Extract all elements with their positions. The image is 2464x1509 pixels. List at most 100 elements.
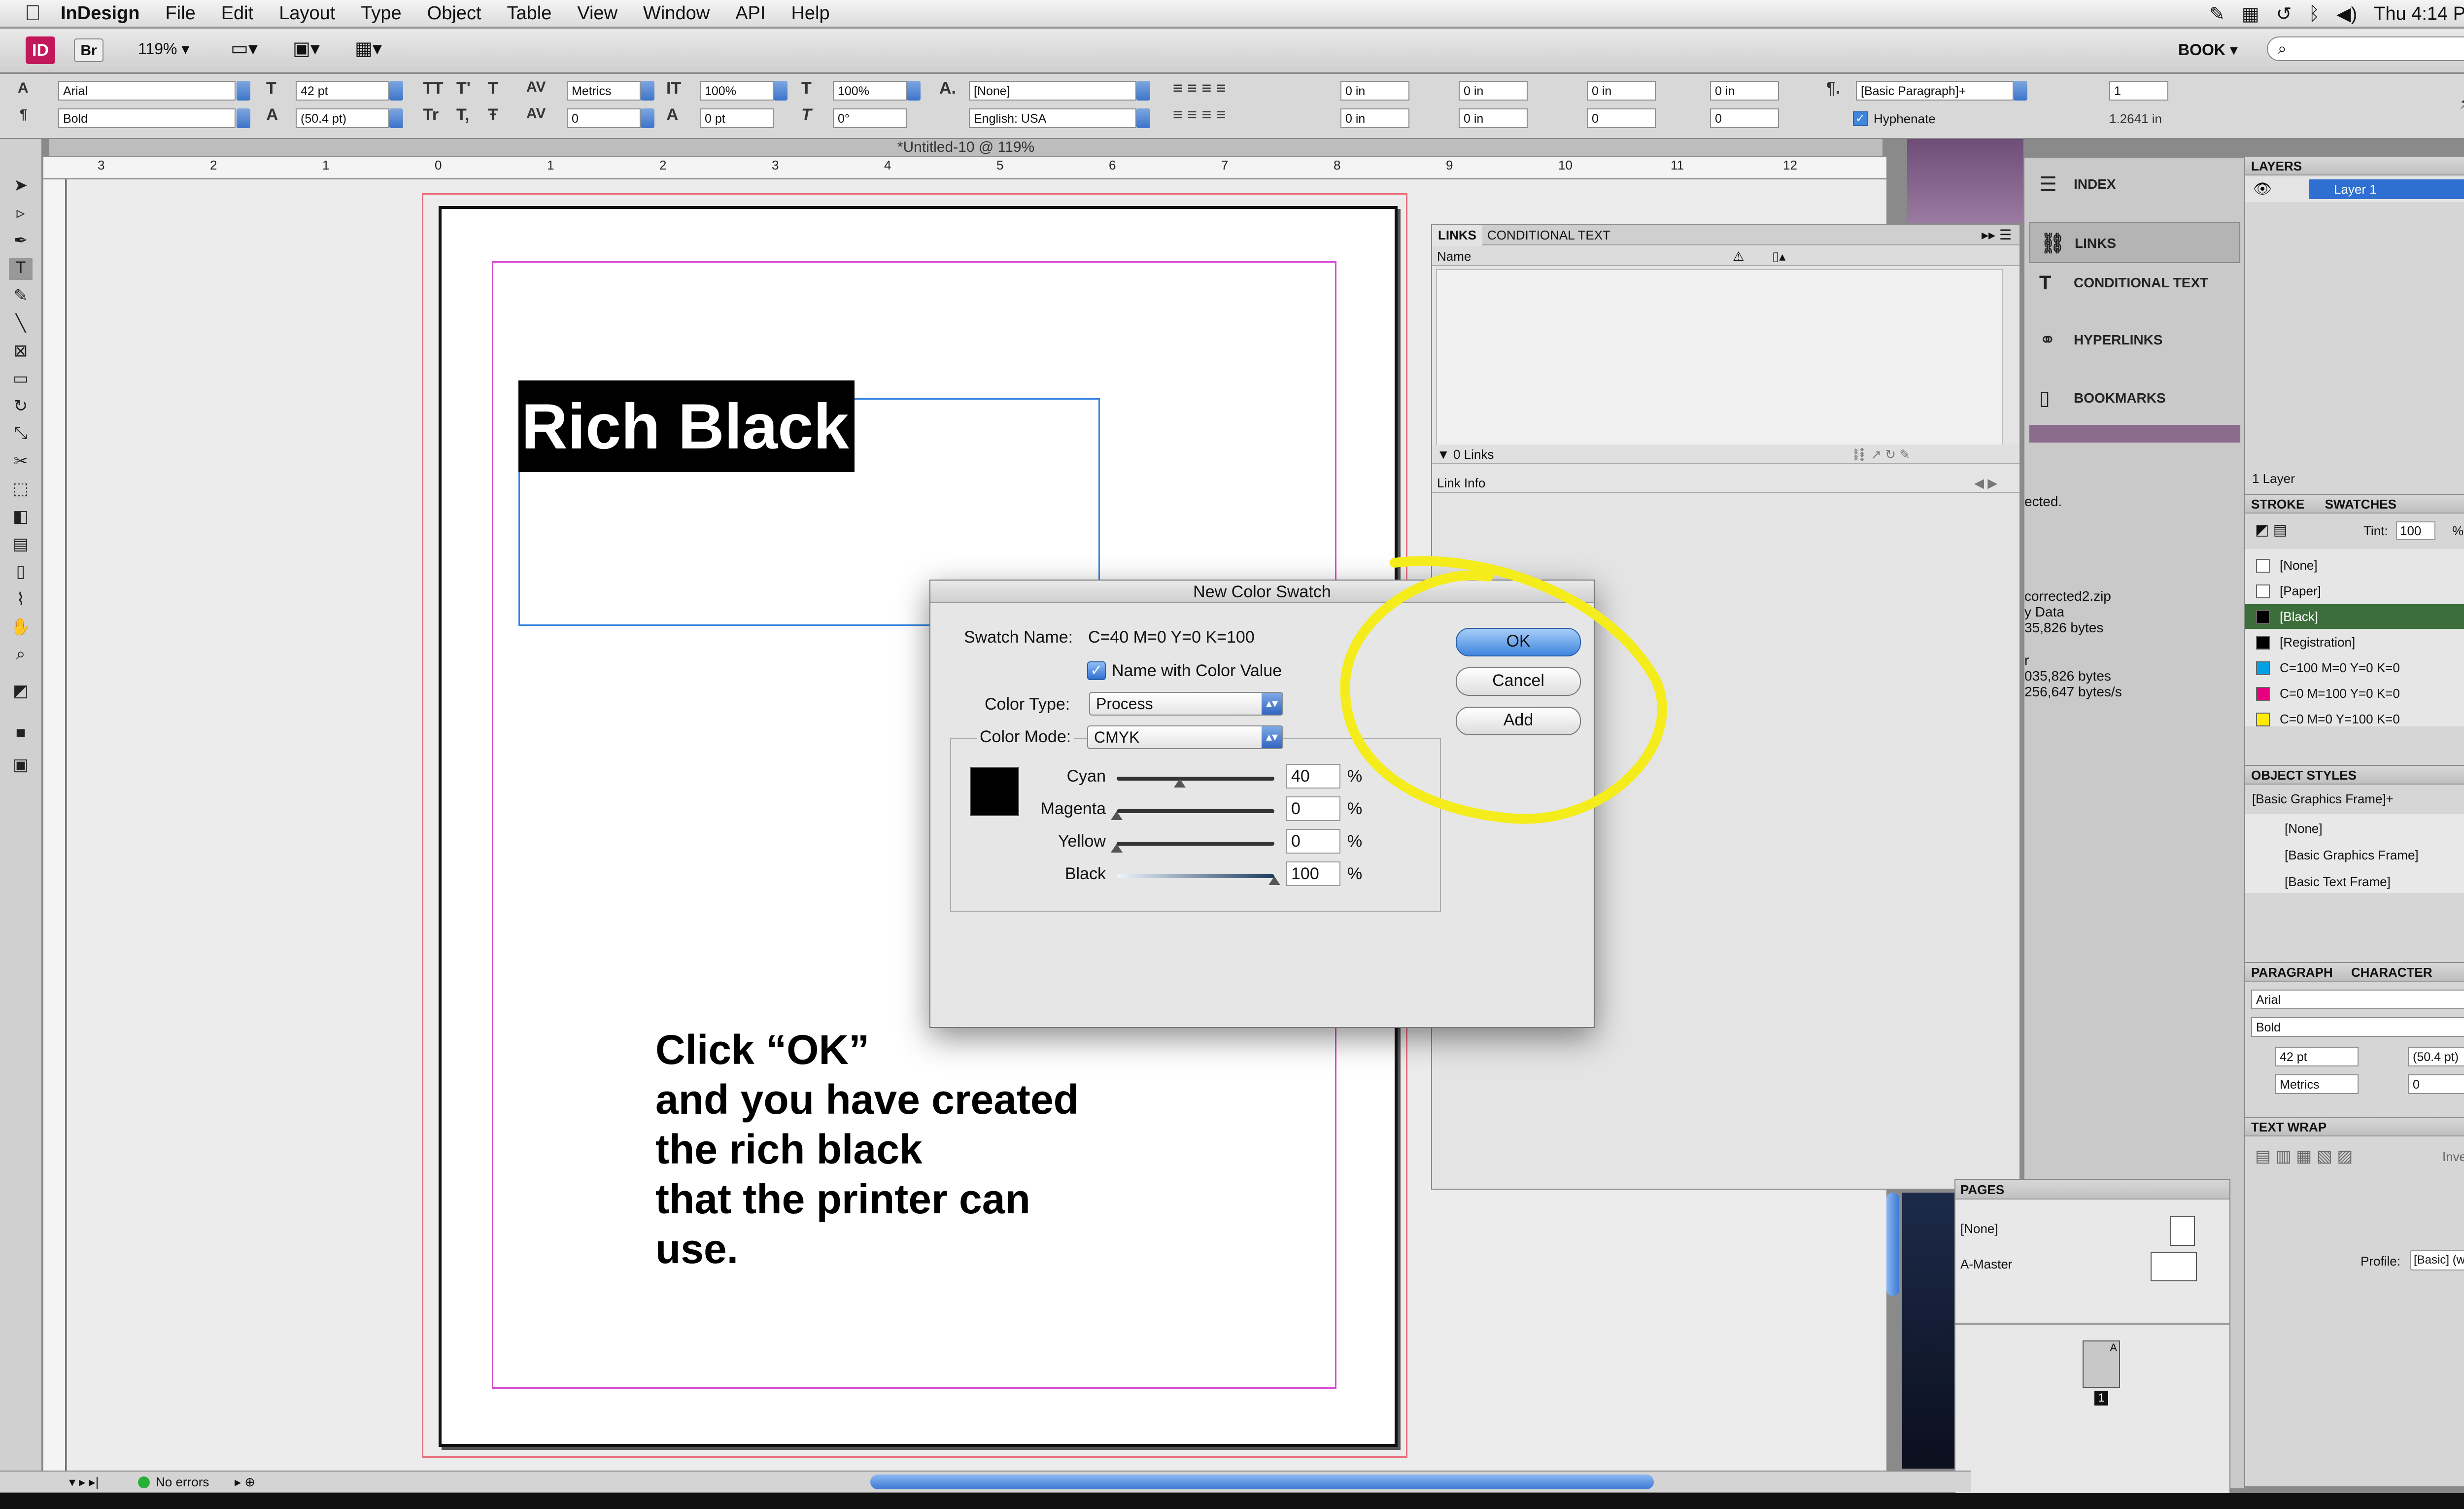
apple-menu-icon[interactable]: 	[25, 1, 41, 26]
color-mode-dropdown[interactable]: CMYK ▴▾	[1087, 725, 1283, 749]
paragraph-style-dropdown[interactable]	[2014, 81, 2027, 101]
swatch-row[interactable]: [None]	[2245, 553, 2464, 578]
menu-window[interactable]: Window	[643, 3, 710, 24]
hand-tool-icon[interactable]: ✋	[9, 617, 33, 639]
channel-slider[interactable]	[1117, 777, 1274, 781]
object-style-item[interactable]: [Basic Graphics Frame]	[2250, 843, 2464, 867]
channel-value-field[interactable]: 0	[1286, 829, 1340, 854]
character-kerning-field[interactable]: Metrics	[2275, 1074, 2359, 1094]
menu-layout[interactable]: Layout	[279, 3, 335, 24]
none-master-thumb[interactable]	[2170, 1216, 2195, 1246]
menu-api[interactable]: API	[735, 3, 765, 24]
layer-visibility-icon[interactable]: 👁	[2253, 180, 2272, 198]
rich-black-heading[interactable]: Rich Black	[518, 380, 855, 472]
right-indent-field[interactable]: 0 in	[1459, 81, 1528, 101]
name-with-color-value-checkbox[interactable]: ✓	[1087, 661, 1106, 680]
tab-character[interactable]: CHARACTER	[2351, 965, 2432, 980]
character-tracking-field[interactable]: 0	[2408, 1074, 2464, 1094]
menu-view[interactable]: View	[577, 3, 617, 24]
dock-links[interactable]: ⛓ LINKS	[2029, 222, 2240, 263]
tab-swatches[interactable]: SWATCHES	[2325, 497, 2396, 512]
dock-bookmarks[interactable]: ▯ BOOKMARKS	[2029, 377, 2240, 419]
rectangle-frame-tool-icon[interactable]: ⊠	[9, 341, 33, 363]
type-tool-icon[interactable]: T	[9, 258, 33, 280]
pen-tool-icon[interactable]: ✒	[9, 231, 33, 252]
lightning-icon[interactable]: ⚡	[2459, 94, 2464, 113]
channel-slider[interactable]	[1117, 874, 1274, 878]
pencil-tool-icon[interactable]: ✎	[9, 286, 33, 308]
subscript-icon[interactable]: T,	[456, 105, 469, 125]
preview-mode-icon[interactable]: ▣	[9, 755, 33, 777]
channel-value-field[interactable]: 100	[1286, 861, 1340, 886]
horizontal-scrollbar[interactable]	[870, 1475, 1654, 1489]
slider-thumb[interactable]	[1174, 779, 1186, 788]
gradient-feather-tool-icon[interactable]: ▤	[9, 534, 33, 556]
grid-icon[interactable]: ▦	[2242, 3, 2259, 25]
menu-table[interactable]: Table	[507, 3, 552, 24]
font-size-dropdown[interactable]	[389, 81, 403, 101]
hyphenate-checkbox[interactable]: ✓	[1853, 111, 1868, 126]
panel-menu-icon[interactable]: ▸▸ ☰	[1982, 227, 2012, 243]
preflight-status-icon[interactable]	[138, 1476, 150, 1488]
free-transform-tool-icon[interactable]: ⬚	[9, 479, 33, 501]
tracking-dropdown[interactable]	[641, 108, 654, 128]
menu-app-name[interactable]: InDesign	[61, 3, 139, 24]
collapse-icon[interactable]: ▼	[1437, 447, 1450, 462]
language-dropdown[interactable]	[1136, 108, 1150, 128]
swatch-row[interactable]: C=0 M=0 Y=100 K=0	[2245, 707, 2464, 731]
slider-thumb[interactable]	[1111, 844, 1123, 853]
page-1-thumb[interactable]: A	[2083, 1340, 2120, 1388]
align-buttons-bottom-icon[interactable]: ≡ ≡ ≡ ≡	[1173, 105, 1226, 125]
warning-column-icon[interactable]: ⚠	[1733, 246, 1744, 266]
swatch-row[interactable]: C=0 M=100 Y=0 K=0	[2245, 681, 2464, 706]
help-search-input[interactable]: ⌕	[2267, 36, 2464, 61]
character-size-field[interactable]: 42 pt	[2275, 1047, 2359, 1066]
scale-tool-icon[interactable]: ⤡	[9, 424, 33, 446]
channel-slider[interactable]	[1117, 809, 1274, 813]
selection-tool-icon[interactable]: ➤	[9, 175, 33, 197]
kerning-dropdown[interactable]	[641, 81, 654, 101]
font-family-dropdown[interactable]	[237, 81, 250, 101]
first-line-indent-field[interactable]: 0 in	[1340, 108, 1409, 128]
underline-icon[interactable]: T	[488, 79, 498, 98]
bluetooth-icon[interactable]: ᛒ	[2308, 3, 2320, 25]
bridge-button[interactable]: Br	[74, 38, 103, 62]
script-icon[interactable]: ✎	[2209, 3, 2225, 25]
horizontal-ruler[interactable]: 3 2 1 0 1 2 3 4 5 6 7 8 9 10 11 12	[43, 157, 1886, 179]
time-machine-icon[interactable]: ↺	[2276, 3, 2292, 25]
paragraph-style-field[interactable]: [Basic Paragraph]+	[1856, 81, 2014, 101]
page-nav-icon[interactable]: ▾ ▸ ▸|	[69, 1475, 99, 1490]
align-buttons-top-icon[interactable]: ≡ ≡ ≡ ≡	[1173, 79, 1226, 98]
swatch-row[interactable]: C=100 M=0 Y=0 K=0	[2245, 655, 2464, 680]
vertical-ruler[interactable]	[43, 179, 66, 1471]
document-tab[interactable]: *Untitled-10 @ 119%	[49, 139, 1882, 156]
gradient-tool-icon[interactable]: ◧	[9, 507, 33, 528]
dock-hyperlinks[interactable]: ⚭ HYPERLINKS	[2029, 319, 2240, 361]
object-styles-header[interactable]: OBJECT STYLES	[2245, 765, 2464, 785]
normal-view-icon[interactable]: ■	[9, 723, 33, 745]
horizontal-scale-field[interactable]: 100%	[833, 81, 907, 101]
menu-edit[interactable]: Edit	[221, 3, 253, 24]
font-style-field[interactable]: Bold	[58, 108, 236, 128]
volume-icon[interactable]: ◀)	[2336, 3, 2357, 25]
drop-cap-lines-field[interactable]: 0	[1587, 108, 1656, 128]
leading-field[interactable]: (50.4 pt)	[296, 108, 389, 128]
rotate-tool-icon[interactable]: ↻	[9, 396, 33, 418]
tab-stroke[interactable]: STROKE	[2251, 497, 2304, 512]
menu-object[interactable]: Object	[427, 3, 481, 24]
language-field[interactable]: English: USA	[969, 108, 1136, 128]
zoom-level[interactable]: 119% ▾	[138, 39, 189, 58]
drop-cap-chars-field[interactable]: 0	[1710, 108, 1779, 128]
none-master[interactable]: [None]	[1960, 1221, 1998, 1236]
preflight-menu-icon[interactable]: ▸ ⊕	[235, 1475, 255, 1490]
vertical-scale-dropdown[interactable]	[774, 81, 787, 101]
font-style-dropdown[interactable]	[237, 108, 250, 128]
rectangle-tool-icon[interactable]: ▭	[9, 369, 33, 390]
font-family-field[interactable]: Arial	[58, 81, 236, 101]
kerning-field[interactable]: Metrics	[567, 81, 641, 101]
link-info-nav-icon[interactable]: ◀ ▶	[1974, 473, 1997, 493]
object-style-item[interactable]: [Basic Text Frame]	[2250, 869, 2464, 894]
clock[interactable]: Thu 4:14 PM	[2374, 3, 2464, 25]
layer-row[interactable]: Layer 1	[2309, 179, 2464, 199]
zoom-tool-icon[interactable]: ⌕	[9, 645, 33, 666]
